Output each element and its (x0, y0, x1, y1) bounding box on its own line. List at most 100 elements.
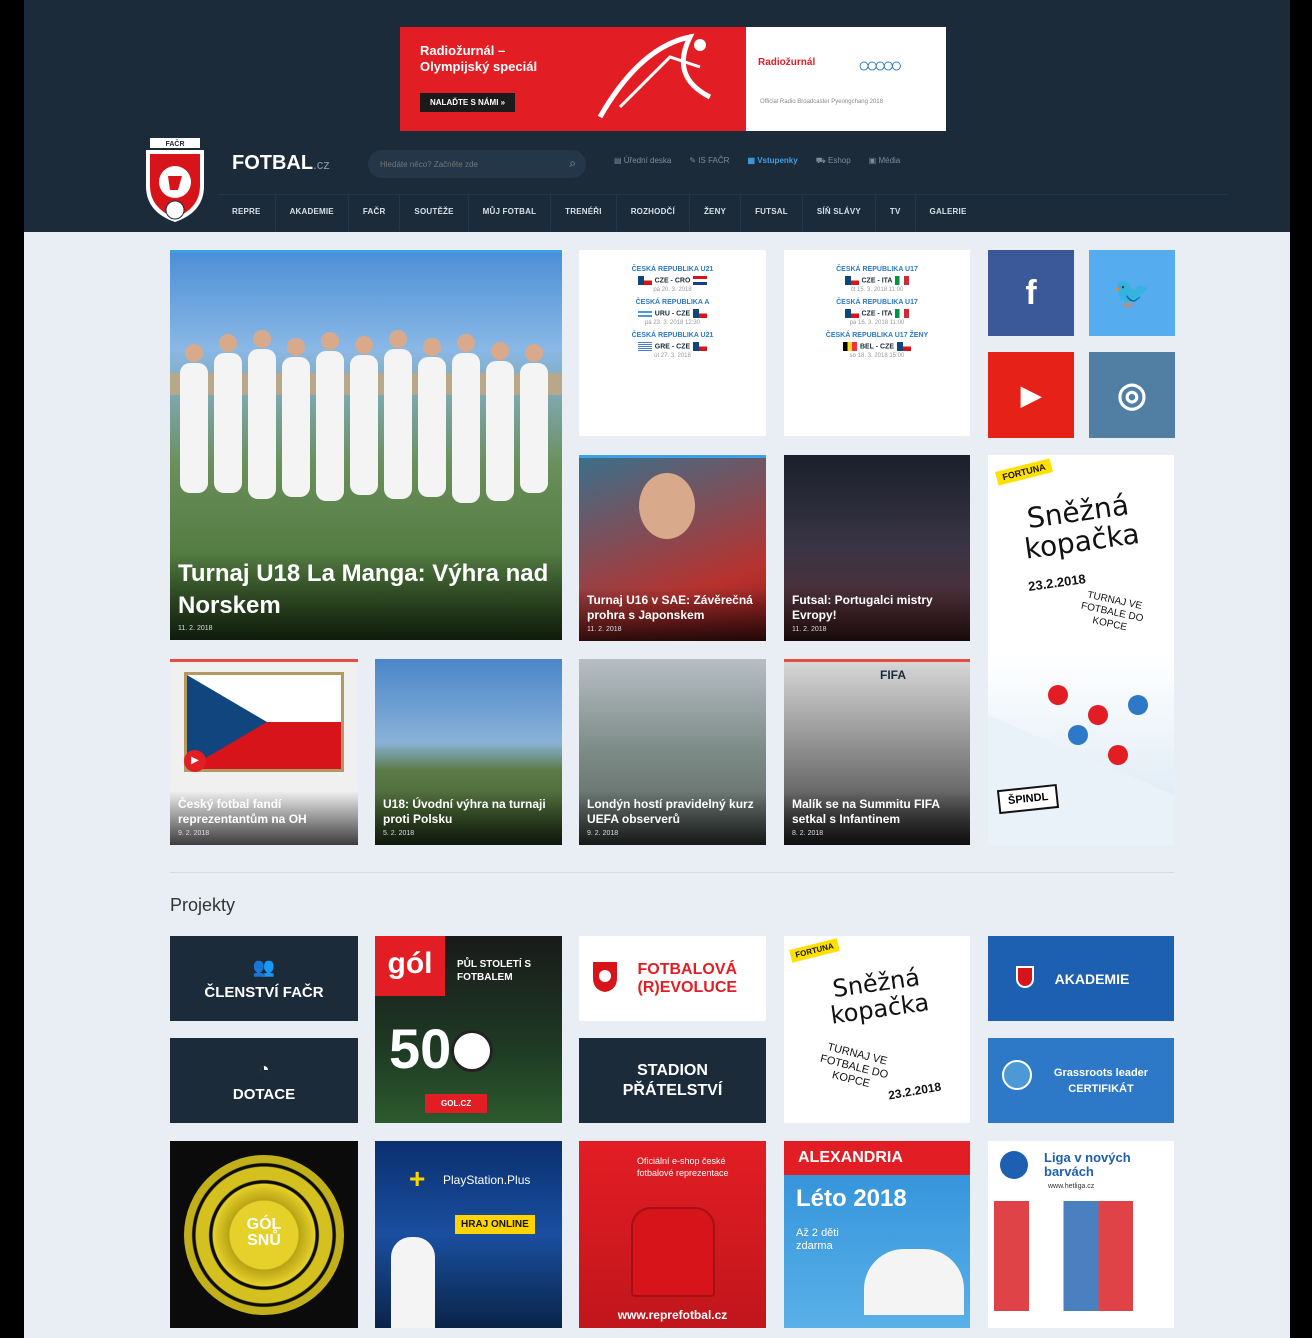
play-icon[interactable]: ▶ (184, 750, 206, 772)
snezna-kopacka-project[interactable]: FORTUNA Sněžná kopačka TURNAJ VE FOTBALE… (784, 936, 970, 1123)
akademie-tile[interactable]: AKADEMIE (988, 936, 1174, 1021)
facebook-icon[interactable]: f (988, 250, 1074, 336)
playstation-plus-ad[interactable]: + PlayStation.Plus HRAJ ONLINE (375, 1141, 562, 1328)
match-item[interactable]: ČESKÁ REPUBLIKA U17 ŽENY BEL - CZE so 18… (790, 332, 964, 359)
flag-icon (842, 342, 857, 351)
top-link-uredni-deska[interactable]: ▤ Úřední deska (614, 156, 671, 166)
nav-akademie[interactable]: AKADEMIE (276, 195, 349, 231)
flag-icon (693, 342, 708, 351)
nav-facr[interactable]: FAČR (349, 195, 401, 231)
ps-online-button[interactable]: HRAJ ONLINE (455, 1215, 535, 1234)
nav-treneri[interactable]: TRENÉŘI (551, 195, 617, 231)
alexandria-ad[interactable]: ALEXANDRIA Léto 2018 Až 2 děti zdarma (784, 1141, 970, 1328)
skater-graphic (597, 33, 712, 119)
news-title: Turnaj U16 v SAE: Závěrečná prohra s Jap… (587, 593, 753, 622)
flag-icon (637, 276, 652, 285)
gol-subtitle: PŮL STOLETÍ S FOTBALEM (457, 959, 532, 983)
news-card[interactable]: Futsal: Portugalci mistry Evropy! 11. 2.… (784, 455, 970, 641)
snezna-sub: TURNAJ VE FOTBALE DO KOPCE (1079, 589, 1145, 634)
top-link-media[interactable]: ▣ Média (869, 156, 901, 166)
match-teams: CZE - ITA (861, 277, 893, 285)
news-title: Český fotbal fandí reprezentantům na OH (178, 797, 307, 826)
match-item[interactable]: ČESKÁ REPUBLIKA U17 CZE - ITA čt 15. 3. … (790, 266, 964, 293)
top-link-label: Eshop (827, 156, 851, 165)
het-liga-ad[interactable]: Liga v nových barvách www.hetliga.cz (988, 1141, 1174, 1328)
news-card[interactable]: Turnaj U16 v SAE: Závěrečná prohra s Jap… (579, 455, 766, 641)
hero-caption: Turnaj U18 La Manga: Výhra nad Norskem 1… (170, 552, 562, 640)
nav-sin-slavy[interactable]: SÍŇ SLÁVY (803, 195, 876, 231)
top-links: ▤ Úřední deska ✎ IS FAČR ▦ Vstupenky ⛟ E… (614, 156, 900, 166)
news-card[interactable]: Londýn hostí pravidelný kurz UEFA observ… (579, 659, 766, 845)
gol-snu-ad[interactable]: GÓL SNŮ (170, 1141, 358, 1328)
radiozurnal-ad-banner[interactable]: Radiožurnál – Olympijský speciál NALAĎTE… (400, 27, 946, 131)
news-caption: Český fotbal fandí reprezentantům na OH … (170, 791, 358, 845)
flag-icon (844, 309, 859, 318)
news-photo (639, 473, 695, 539)
nav-futsal[interactable]: FUTSAL (741, 195, 803, 231)
dotace-tile[interactable]: ◔ DOTACE (170, 1038, 358, 1123)
nav-tv[interactable]: TV (876, 195, 916, 231)
banner-small-text: Official Radio Broadcaster Pyeongchang 2… (760, 99, 883, 105)
flag-icon (637, 309, 652, 318)
facr-logo[interactable]: FAČR (142, 138, 208, 224)
search-icon[interactable]: ⌕ (569, 156, 576, 171)
news-caption: Futsal: Portugalci mistry Evropy! 11. 2.… (784, 587, 970, 641)
flag-icon (897, 342, 912, 351)
news-card[interactable]: U18: Úvodní výhra na turnaji proti Polsk… (375, 659, 562, 845)
hero-article[interactable]: Turnaj U18 La Manga: Výhra nad Norskem 1… (170, 250, 562, 640)
grassroots-tile[interactable]: Grassroots leader CERTIFIKÁT (988, 1038, 1174, 1123)
matches-left: ČESKÁ REPUBLIKA U21 CZE - CRO pá 20. 3. … (579, 250, 766, 436)
news-card[interactable]: FIFA Malík se na Summitu FIFA setkal s I… (784, 659, 970, 845)
top-link-eshop[interactable]: ⛟ Eshop (816, 156, 851, 166)
jersey-image (631, 1207, 715, 1297)
nav-rozhodci[interactable]: ROZHODČÍ (617, 195, 690, 231)
facr-mini-logo (593, 962, 617, 992)
nav-zeny[interactable]: ŽENY (690, 195, 742, 231)
match-item[interactable]: ČESKÁ REPUBLIKA A URU - CZE pá 23. 3. 20… (585, 299, 760, 326)
youtube-icon[interactable]: ▶ (988, 352, 1074, 438)
match-item[interactable]: ČESKÁ REPUBLIKA U21 GRE - CZE út 27. 3. … (585, 332, 760, 359)
banner-button[interactable]: NALAĎTE S NÁMI » (420, 93, 516, 112)
snezna2-title: Sněžná kopačka (828, 963, 931, 1030)
top-link-label: Média (878, 156, 901, 165)
flag-icon (637, 342, 652, 351)
news-date: 11. 2. 2018 (587, 626, 622, 633)
fotbalova-revoluce-tile[interactable]: FOTBALOVÁ (R)EVOLUCE (579, 936, 766, 1021)
alexandria-label: ALEXANDRIA (798, 1149, 903, 1166)
fifa-logo: FIFA (880, 668, 906, 682)
match-date: čt 15. 3. 2018 11:00 (850, 287, 904, 293)
match-item[interactable]: ČESKÁ REPUBLIKA U17 CZE - ITA pá 16. 3. … (790, 299, 964, 326)
gol-url-button[interactable]: GOL.CZ (425, 1094, 488, 1113)
flag-icon (844, 276, 859, 285)
search-input[interactable] (380, 157, 550, 171)
nav-souteze[interactable]: SOUTĚŽE (400, 195, 469, 231)
clenstvi-facr-tile[interactable]: 👥 ČLENSTVÍ FAČR (170, 936, 358, 1021)
main-nav: REPRE AKADEMIE FAČR SOUTĚŽE MŮJ FOTBAL T… (218, 194, 1228, 231)
flag-icon (693, 309, 708, 318)
football-icon (451, 1030, 493, 1072)
akademie-label: AKADEMIE (1054, 970, 1130, 987)
top-link-is-facr[interactable]: ✎ IS FAČR (689, 156, 729, 166)
snezna-kopacka-ad[interactable]: FORTUNA Sněžná kopačka 23.2.2018 TURNAJ … (988, 455, 1174, 845)
match-date: út 27. 3. 2018 (654, 353, 691, 359)
site-name[interactable]: FOTBAL.cz (232, 152, 330, 175)
match-score: GRE - CZE (585, 342, 760, 351)
pie-chart-icon: ◔ (258, 1058, 270, 1079)
match-item[interactable]: ČESKÁ REPUBLIKA U21 CZE - CRO pá 20. 3. … (585, 266, 760, 293)
eshop-ad[interactable]: Oficiální e-shop české fotbalové repreze… (579, 1141, 766, 1328)
news-title: U18: Úvodní výhra na turnaji proti Polsk… (383, 797, 546, 826)
nav-galerie[interactable]: GALERIE (916, 195, 981, 231)
medal-icon (1002, 1060, 1032, 1090)
nav-repre[interactable]: REPRE (218, 195, 276, 231)
news-date: 5. 2. 2018 (383, 830, 415, 837)
match-date: pá 20. 3. 2018 (653, 287, 692, 293)
gol-ad[interactable]: gól PŮL STOLETÍ S FOTBALEM 50 GOL.CZ (375, 936, 562, 1123)
stadion-pratelstvi-tile[interactable]: STADION PŘÁTELSTVÍ (579, 1038, 766, 1123)
nav-muj-fotbal[interactable]: MŮJ FOTBAL (469, 195, 552, 231)
match-title: ČESKÁ REPUBLIKA U17 ŽENY (825, 332, 929, 339)
top-link-vstupenky[interactable]: ▦ Vstupenky (747, 156, 797, 166)
instagram-icon[interactable]: ◎ (1089, 352, 1175, 438)
news-card[interactable]: ▶ Český fotbal fandí reprezentantům na O… (170, 659, 358, 845)
twitter-icon[interactable]: 🐦 (1089, 250, 1175, 336)
page: Radiožurnál – Olympijský speciál NALAĎTE… (24, 0, 1290, 1338)
